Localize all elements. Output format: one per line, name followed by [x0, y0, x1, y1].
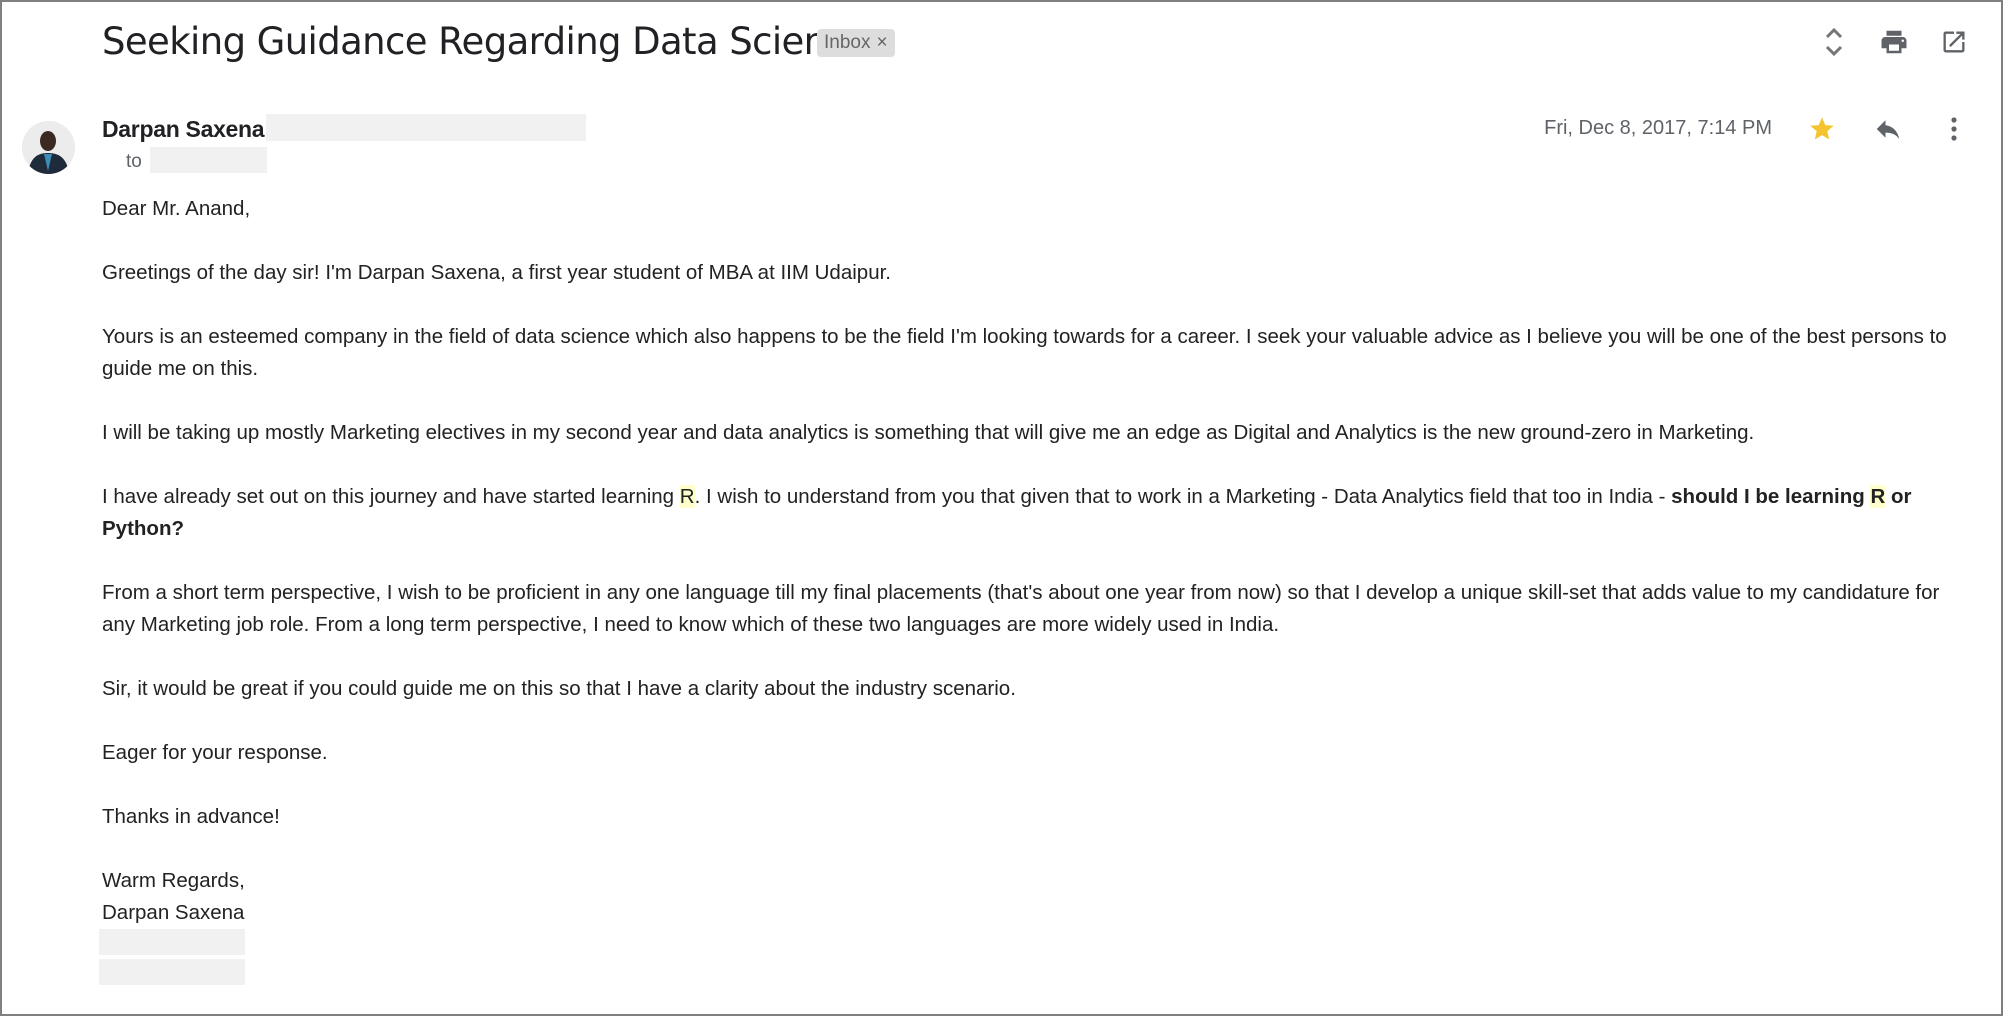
highlighted-r: R — [679, 485, 695, 508]
label-text: Inbox — [824, 32, 871, 53]
closing: Warm Regards, — [102, 869, 245, 892]
email-subject: Seeking Guidance Regarding Data Science — [102, 20, 869, 63]
bold-question-text: should I be learning — [1671, 485, 1871, 508]
more-options-button[interactable] — [1937, 112, 1971, 146]
open-in-new-window-button[interactable] — [1937, 25, 1971, 59]
star-button[interactable] — [1805, 112, 1839, 146]
redacted-sender-email — [266, 114, 586, 141]
expand-collapse-icon — [1825, 27, 1843, 57]
reply-icon — [1876, 120, 1900, 139]
more-options-icon — [1951, 117, 1957, 141]
highlighted-r: R — [1870, 485, 1886, 508]
sender-name[interactable]: Darpan Saxena — [102, 116, 265, 143]
paragraph-5: From a short term perspective, I wish to… — [102, 581, 1940, 636]
redacted-recipient — [150, 147, 267, 173]
paragraph-8: Thanks in advance! — [102, 805, 280, 828]
paragraph-4-text: . I wish to understand from you that giv… — [694, 485, 1672, 508]
paragraph-6: Sir, it would be great if you could guid… — [102, 677, 1016, 700]
signature-name: Darpan Saxena — [102, 901, 245, 924]
avatar-photo — [22, 121, 75, 174]
reply-button[interactable] — [1871, 112, 1905, 146]
paragraph-2: Yours is an esteemed company in the fiel… — [102, 325, 1947, 380]
paragraph-4-text: I have already set out on this journey a… — [102, 485, 680, 508]
sender-avatar[interactable] — [22, 121, 75, 174]
paragraph-3: I will be taking up mostly Marketing ele… — [102, 421, 1755, 444]
star-icon — [1810, 117, 1834, 140]
greeting: Dear Mr. Anand, — [102, 197, 251, 220]
email-date: Fri, Dec 8, 2017, 7:14 PM — [1544, 117, 1772, 139]
redacted-signature-line-2 — [99, 959, 245, 985]
recipient-label: to — [126, 151, 142, 172]
email-body: Dear Mr. Anand, Greetings of the day sir… — [102, 193, 1962, 929]
print-icon — [1881, 30, 1907, 54]
redacted-signature-line-1 — [99, 929, 245, 955]
open-in-new-window-icon — [1943, 31, 1965, 53]
inbox-label-chip[interactable]: Inbox × — [817, 29, 895, 57]
paragraph-1: Greetings of the day sir! I'm Darpan Sax… — [102, 261, 891, 284]
paragraph-4: I have already set out on this journey a… — [102, 481, 1962, 545]
remove-label-icon[interactable]: × — [876, 32, 887, 53]
paragraph-7: Eager for your response. — [102, 741, 328, 764]
expand-all-button[interactable] — [1817, 25, 1851, 59]
print-button[interactable] — [1877, 25, 1911, 59]
